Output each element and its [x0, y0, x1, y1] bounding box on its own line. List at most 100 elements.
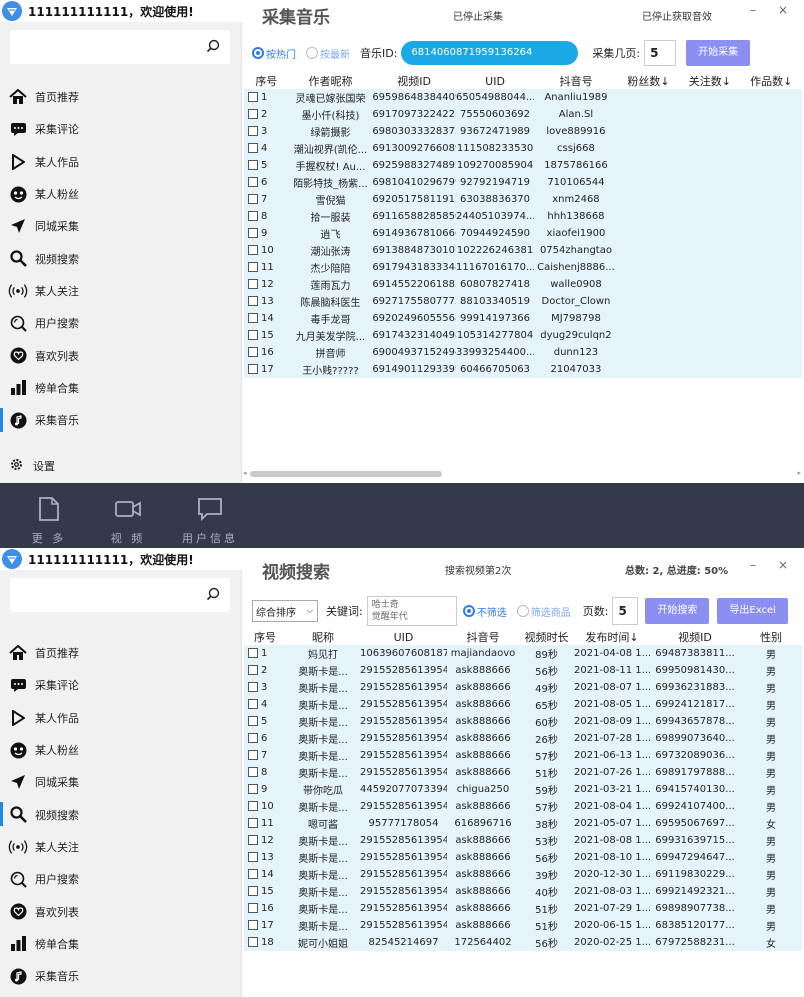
- row-checkbox[interactable]: [248, 869, 258, 879]
- row-checkbox[interactable]: [248, 126, 258, 136]
- scrollbar-thumb[interactable]: [250, 471, 442, 477]
- sidebar-item-music[interactable]: 采集音乐: [0, 404, 242, 436]
- table-row[interactable]: 4 奥斯卡是... 29155285613954... ask888666 65秒 202…: [244, 696, 802, 713]
- close-button[interactable]: ×: [778, 558, 788, 572]
- row-checkbox[interactable]: [248, 835, 258, 845]
- sidebar-item-comments[interactable]: 采集评论: [0, 669, 242, 701]
- sidebar-item-fans[interactable]: 某人粉丝: [0, 734, 242, 766]
- row-checkbox[interactable]: [248, 92, 258, 102]
- minimize-button[interactable]: –: [750, 3, 756, 17]
- row-checkbox[interactable]: [248, 313, 258, 323]
- row-checkbox[interactable]: [248, 665, 258, 675]
- sidebar-item-local[interactable]: 同城采集: [0, 210, 242, 242]
- keyword-input[interactable]: 哈士奇 觉醒年代: [366, 596, 457, 626]
- radio-filter-goods[interactable]: 筛选商品: [516, 604, 571, 619]
- table-row[interactable]: 9 逍飞 69149367810666... 70944924590 xiaofei19…: [244, 225, 802, 242]
- row-checkbox[interactable]: [248, 245, 258, 255]
- sidebar-item-video-search[interactable]: 视频搜索: [0, 242, 242, 274]
- close-button[interactable]: ×: [778, 3, 788, 17]
- row-checkbox[interactable]: [248, 852, 258, 862]
- scroll-right-icon[interactable]: ▸: [797, 469, 801, 477]
- row-checkbox[interactable]: [248, 886, 258, 896]
- table-row[interactable]: 13 陈晨脑科医生 69271755807775... 88103340519 Doct…: [244, 293, 802, 310]
- column-header[interactable]: 发布时间↓: [574, 629, 650, 645]
- table-row[interactable]: 14 毒手龙哥 69202496055568... 99914197366 MJ7987…: [244, 310, 802, 327]
- table-row[interactable]: 15 九月美发学院... 69174323140498...105314277804…: [244, 327, 802, 344]
- column-header[interactable]: 抖音号: [534, 73, 618, 89]
- sidebar-item-local[interactable]: 同城采集: [0, 766, 242, 798]
- table-row[interactable]: 3 奥斯卡是... 29155285613954... ask888666 49秒 202…: [244, 679, 802, 696]
- settings-button[interactable]: 设置: [10, 458, 55, 474]
- table-row[interactable]: 10 潮汕张涛 69138848730107...102226246381 0754z…: [244, 242, 802, 259]
- table-row[interactable]: 16 拼音师 69004937152494...33993254400... dunn…: [244, 344, 802, 361]
- pages-input[interactable]: 5: [612, 597, 639, 625]
- row-checkbox[interactable]: [248, 194, 258, 204]
- radio-no-filter[interactable]: 不筛选: [462, 604, 507, 619]
- table-row[interactable]: 3 绿箭摄影 69803033328375... 93672471989 love889…: [244, 123, 802, 140]
- row-checkbox[interactable]: [248, 296, 258, 306]
- sidebar-item-home[interactable]: 首页推荐: [0, 81, 242, 113]
- column-header[interactable]: 粉丝数↓: [618, 73, 679, 89]
- radio-hot[interactable]: 按热门: [252, 46, 296, 61]
- horizontal-scrollbar[interactable]: ◂ ▸: [243, 469, 801, 478]
- column-header[interactable]: 性别: [740, 629, 802, 645]
- row-checkbox[interactable]: [248, 733, 258, 743]
- table-row[interactable]: 6 陌影特技_杨紫... 69810410296799... 92792194719 7…: [244, 174, 802, 191]
- sidebar-item-home[interactable]: 首页推荐: [0, 637, 242, 669]
- sidebar-item-video-search[interactable]: 视频搜索: [0, 798, 242, 830]
- table-row[interactable]: 11 杰少陪陪 69179431833348...11167016170...Cai…: [244, 259, 802, 276]
- table-row[interactable]: 17 王小贱????? 69149011293399... 60466705063 21…: [244, 361, 802, 378]
- column-header[interactable]: 关注数↓: [679, 73, 740, 89]
- row-checkbox[interactable]: [248, 143, 258, 153]
- row-checkbox[interactable]: [248, 716, 258, 726]
- row-checkbox[interactable]: [248, 818, 258, 828]
- row-checkbox[interactable]: [248, 177, 258, 187]
- row-checkbox[interactable]: [248, 109, 258, 119]
- sidebar-item-user-search[interactable]: 用户搜索: [0, 863, 242, 895]
- table-row[interactable]: 7 奥斯卡是... 29155285613954... ask888666 57秒 202…: [244, 747, 802, 764]
- row-checkbox[interactable]: [248, 920, 258, 930]
- row-checkbox[interactable]: [248, 784, 258, 794]
- table-row[interactable]: 8 拾一服装 69116588285850...24405103974... hhh1…: [244, 208, 802, 225]
- table-row[interactable]: 8 奥斯卡是... 29155285613954... ask888666 51秒 202…: [244, 764, 802, 781]
- table-row[interactable]: 14 奥斯卡是... 29155285613954... ask888666 39秒 20…: [244, 866, 802, 883]
- search-icon[interactable]: [206, 587, 220, 601]
- row-checkbox[interactable]: [248, 262, 258, 272]
- sidebar-item-user-search[interactable]: 用户搜索: [0, 307, 242, 339]
- column-header[interactable]: UID: [456, 73, 534, 89]
- table-row[interactable]: 1 灵魂已嫁张国荣 69598648384409...65054988044... A…: [244, 89, 802, 106]
- sidebar-item-likes[interactable]: 喜欢列表: [0, 339, 242, 371]
- column-header[interactable]: UID: [360, 629, 447, 645]
- row-checkbox[interactable]: [248, 682, 258, 692]
- row-checkbox[interactable]: [248, 937, 258, 947]
- pages-input[interactable]: 5: [644, 40, 677, 66]
- row-checkbox[interactable]: [248, 228, 258, 238]
- table-row[interactable]: 16 奥斯卡是... 29155285613954... ask888666 51秒 20…: [244, 900, 802, 917]
- table-row[interactable]: 5 手握权杖! Au... 69259883274892...10927008590…: [244, 157, 802, 174]
- row-checkbox[interactable]: [248, 903, 258, 913]
- sidebar-item-following[interactable]: 某人关注: [0, 275, 242, 307]
- table-row[interactable]: 2 奥斯卡是... 29155285613954... ask888666 56秒 202…: [244, 662, 802, 679]
- start-search-button[interactable]: 开始搜索: [645, 598, 710, 624]
- minimize-button[interactable]: –: [750, 558, 756, 572]
- sidebar-item-fans[interactable]: 某人粉丝: [0, 178, 242, 210]
- sidebar-item-music[interactable]: 采集音乐: [0, 960, 242, 992]
- column-header[interactable]: 序号: [244, 629, 286, 645]
- row-checkbox[interactable]: [248, 364, 258, 374]
- table-row[interactable]: 13 奥斯卡是... 29155285613954... ask888666 56秒 20…: [244, 849, 802, 866]
- column-header[interactable]: 视频时长: [519, 629, 574, 645]
- row-checkbox[interactable]: [248, 279, 258, 289]
- table-row[interactable]: 12 奥斯卡是... 29155285613954... ask888666 53秒 20…: [244, 832, 802, 849]
- column-header[interactable]: 序号: [244, 73, 289, 89]
- sidebar-search-input[interactable]: [10, 578, 230, 612]
- column-header[interactable]: 作品数↓: [741, 73, 802, 89]
- search-icon[interactable]: [206, 39, 220, 53]
- radio-new[interactable]: 按最新: [306, 46, 350, 61]
- table-row[interactable]: 6 奥斯卡是... 29155285613954... ask888666 26秒 202…: [244, 730, 802, 747]
- row-checkbox[interactable]: [248, 330, 258, 340]
- table-row[interactable]: 1 妈见打 10639607608187...majiandaovo 89秒 2021-…: [244, 645, 802, 662]
- music-id-input[interactable]: 6814060871959136264: [401, 41, 579, 65]
- scroll-left-icon[interactable]: ◂: [243, 469, 247, 477]
- row-checkbox[interactable]: [248, 160, 258, 170]
- row-checkbox[interactable]: [248, 347, 258, 357]
